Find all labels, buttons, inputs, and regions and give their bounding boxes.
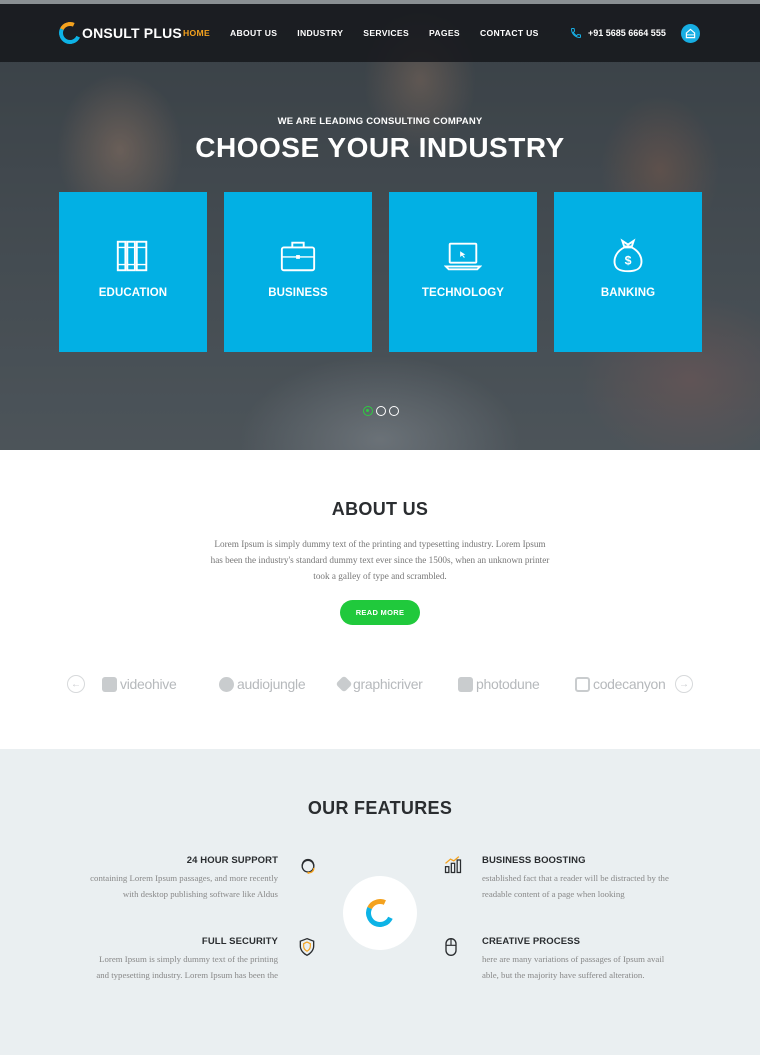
feature-text: Lorem Ipsum is simply dummy text of the … [58,951,278,983]
slider-dot[interactable] [363,406,373,416]
logo-icon [55,18,85,48]
feature-text-line: Lorem Ipsum is simply dummy text of the … [99,954,278,964]
feature-full-security: FULL SECURITY Lorem Ipsum is simply dumm… [58,936,278,983]
center-logo-badge [343,876,417,950]
home-icon [685,28,696,39]
brand-carousel: ← videohive audiojungle graphicriver pho… [0,675,760,697]
industry-card-banking[interactable]: $ BANKING [554,192,702,352]
feature-title: FULL SECURITY [201,936,278,947]
carousel-next-button[interactable]: → [675,675,693,693]
laptop-icon [444,242,482,271]
logo[interactable]: ONSULT PLUS [55,18,182,48]
brand-label: audiojungle [237,676,306,692]
read-more-button[interactable]: READ MORE [340,600,420,625]
card-label: BANKING [600,287,656,299]
brand-videohive[interactable]: videohive [102,676,177,692]
slider-dot[interactable] [389,406,399,416]
logo-text: ONSULT PLUS [82,25,182,41]
hero-title: CHOOSE YOUR INDUSTRY [195,132,565,163]
feature-text: established fact that a reader will be d… [482,870,702,902]
feature-creative-process: CREATIVE PROCESS here are many variation… [482,936,702,983]
growth-chart-icon [444,856,462,874]
feature-text: here are many variations of passages of … [482,951,702,983]
slider-dot[interactable] [376,406,386,416]
feature-text-line: containing Lorem Ipsum passages, and mor… [90,873,278,883]
about-text-line: has been the industry's standard dummy t… [210,555,550,565]
codecanyon-logo-icon [575,676,590,692]
nav-about-us[interactable]: ABOUT US [230,28,277,38]
phone-contact[interactable]: +91 5685 6664 555 [570,27,666,39]
audiojungle-logo-icon [219,676,234,692]
hero-section: ONSULT PLUS HOME ABOUT US INDUSTRY SERVI… [0,0,760,450]
nav-services[interactable]: SERVICES [363,28,409,38]
graphicriver-logo-icon [335,675,353,693]
money-bag-icon: $ [613,238,643,273]
brand-label: graphicriver [353,676,423,692]
about-title: ABOUT US [331,499,429,519]
home-button[interactable] [681,24,700,43]
features-section: OUR FEATURES 24 HOUR SUPPORT containing … [0,749,760,1055]
card-label: EDUCATION [98,287,168,299]
svg-text:$: $ [625,254,632,268]
shield-icon [299,937,315,957]
brand-graphicriver[interactable]: graphicriver [335,675,423,693]
card-label: BUSINESS [268,287,328,299]
feature-title: CREATIVE PROCESS [482,936,581,947]
feature-text-line: with desktop publishing software like Al… [122,889,278,899]
nav-home[interactable]: HOME [183,28,210,38]
carousel-prev-button[interactable]: ← [67,675,85,693]
arrow-right-icon: → [679,678,689,690]
support-agent-icon [301,858,315,874]
videohive-logo-icon [102,676,117,692]
feature-business-boosting: BUSINESS BOOSTING established fact that … [482,855,702,902]
brand-label: codecanyon [593,676,666,692]
industry-cards: EDUCATION BUSINESS TECHNOLOGY $ BANKING [59,192,702,352]
brand-label: videohive [120,676,177,692]
feature-24-hour-support: 24 HOUR SUPPORT containing Lorem Ipsum p… [58,855,278,902]
consult-logo-icon [362,895,398,931]
industry-card-business[interactable]: BUSINESS [224,192,372,352]
slider-dots [363,406,402,416]
mouse-icon [445,938,457,956]
about-section: ABOUT US Lorem Ipsum is simply dummy tex… [0,450,760,749]
feature-text-line: and typesetting industry. Lorem Ipsum ha… [96,970,278,980]
feature-title: BUSINESS BOOSTING [482,855,586,866]
feature-text: containing Lorem Ipsum passages, and mor… [58,870,278,902]
brand-codecanyon[interactable]: codecanyon [575,676,666,692]
hero-kicker: WE ARE LEADING CONSULTING COMPANY [277,116,483,127]
brand-audiojungle[interactable]: audiojungle [219,676,306,692]
about-text-line: took a galley of type and scrambled. [313,571,447,581]
feature-text-line: here are many variations of passages of … [482,954,665,964]
nav-contact-us[interactable]: CONTACT US [480,28,539,38]
feature-text-line: readable content of a page when looking [482,889,625,899]
arrow-left-icon: ← [71,678,81,690]
brand-label: photodune [476,676,540,692]
phone-icon [570,28,581,39]
about-text: Lorem Ipsum is simply dummy text of the … [185,536,575,584]
feature-text-line: able, but the majority have suffered alt… [482,970,645,980]
feature-text-line: established fact that a reader will be d… [482,873,669,883]
industry-card-education[interactable]: EDUCATION [59,192,207,352]
books-icon [116,240,148,272]
about-text-line: Lorem Ipsum is simply dummy text of the … [214,539,546,549]
briefcase-icon [280,241,316,272]
main-nav: HOME ABOUT US INDUSTRY SERVICES PAGES CO… [183,28,559,38]
card-label: TECHNOLOGY [421,287,505,299]
feature-title: 24 HOUR SUPPORT [186,855,278,866]
nav-pages[interactable]: PAGES [429,28,460,38]
brand-photodune[interactable]: photodune [458,676,540,692]
photodune-logo-icon [458,676,473,692]
industry-card-technology[interactable]: TECHNOLOGY [389,192,537,352]
site-header: ONSULT PLUS HOME ABOUT US INDUSTRY SERVI… [0,4,760,62]
phone-number: +91 5685 6664 555 [588,28,666,38]
nav-industry[interactable]: INDUSTRY [297,28,343,38]
features-title: OUR FEATURES [307,798,453,818]
